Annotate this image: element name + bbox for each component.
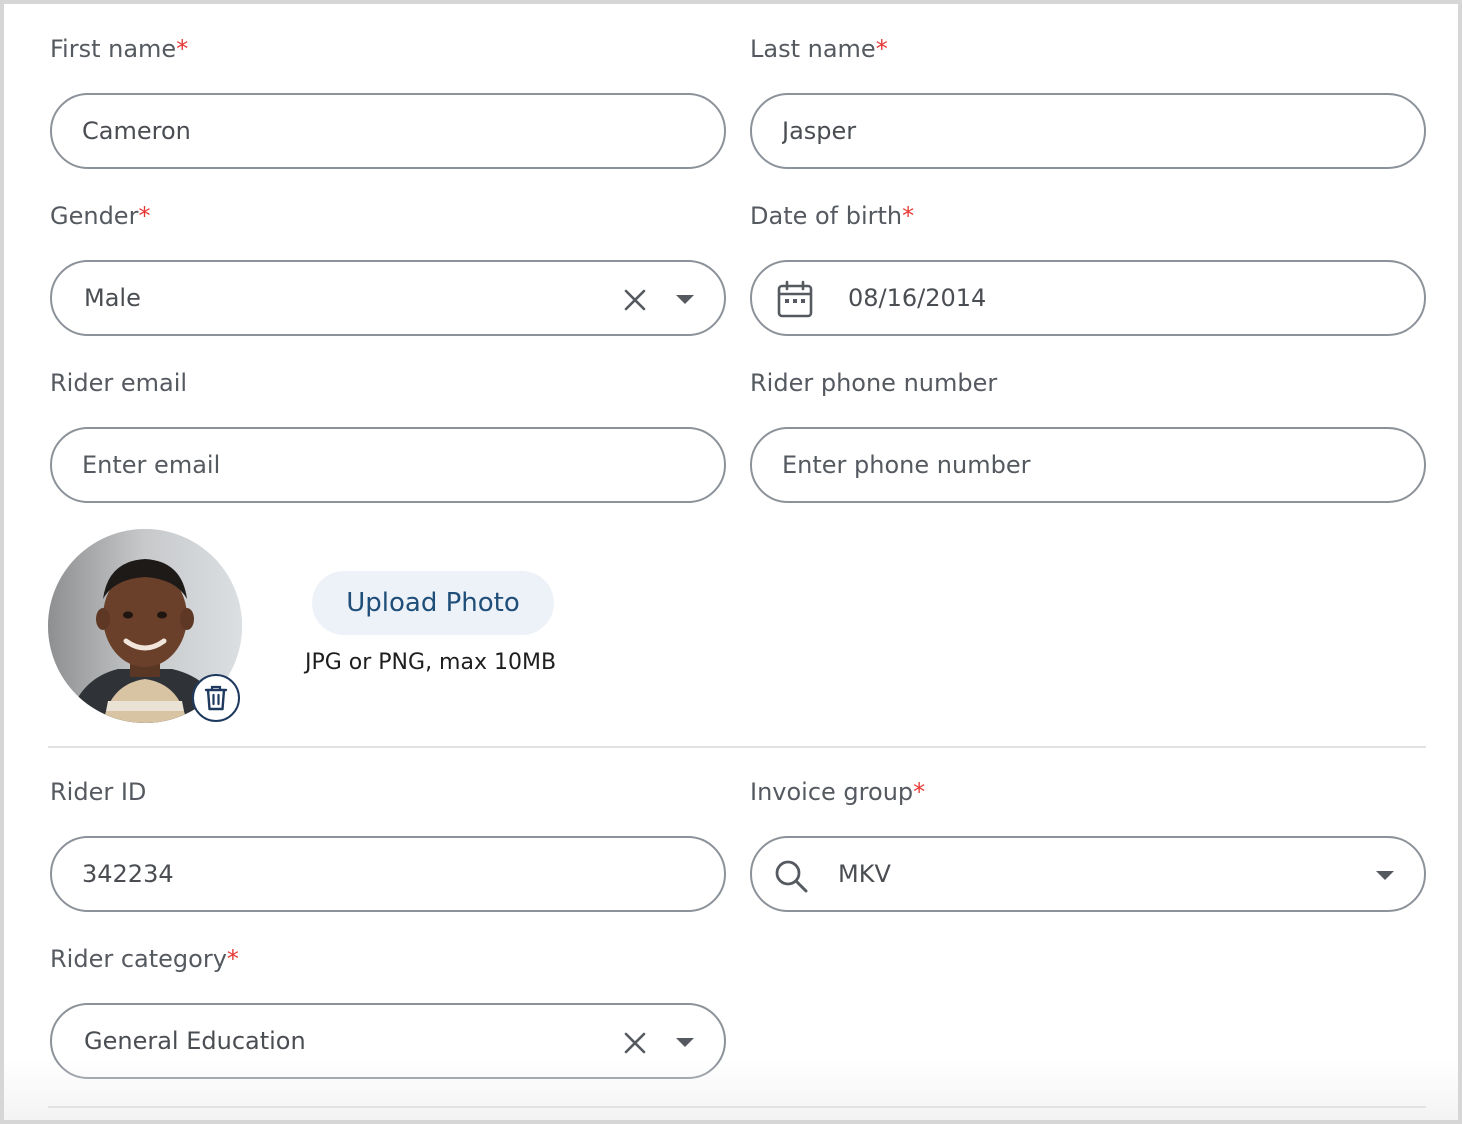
first-name-label: First name* [50,35,189,63]
last-name-input[interactable] [782,95,1394,167]
dropdown-arrow-icon[interactable] [1370,861,1400,891]
date-of-birth-field[interactable] [750,260,1426,336]
rider-phone-input[interactable] [782,429,1394,501]
clear-icon[interactable] [620,285,650,315]
rider-id-label: Rider ID [50,778,147,806]
last-name-field[interactable] [750,93,1426,169]
dropdown-arrow-icon[interactable] [670,1028,700,1058]
upload-photo-button[interactable]: Upload Photo [312,571,554,635]
dropdown-arrow-icon[interactable] [670,285,700,315]
rider-category-label: Rider category* [50,945,239,973]
rider-category-value: General Education [84,1027,306,1055]
date-of-birth-input[interactable] [848,262,1394,334]
rider-email-label: Rider email [50,369,188,397]
last-name-label: Last name* [750,35,888,63]
gender-label: Gender* [50,202,151,230]
calendar-icon[interactable] [776,280,814,318]
gender-value: Male [84,284,141,312]
rider-phone-label: Rider phone number [750,369,998,397]
invoice-group-select[interactable]: MKV [750,836,1426,912]
rider-category-select[interactable]: General Education [50,1003,726,1079]
bottom-divider [48,1106,1426,1108]
rider-id-input[interactable] [82,838,694,910]
upload-hint: JPG or PNG, max 10MB [305,650,557,675]
search-icon [772,857,810,895]
section-divider [48,746,1426,748]
first-name-field[interactable] [50,93,726,169]
gender-select[interactable]: Male [50,260,726,336]
first-name-input[interactable] [82,95,694,167]
rider-email-field[interactable] [50,427,726,503]
rider-email-input[interactable] [82,429,694,501]
date-of-birth-label: Date of birth* [750,202,915,230]
invoice-group-value: MKV [838,860,891,888]
rider-id-field[interactable] [50,836,726,912]
invoice-group-label: Invoice group* [750,778,926,806]
delete-photo-button[interactable] [192,674,240,722]
trash-icon [204,685,228,711]
rider-phone-field[interactable] [750,427,1426,503]
clear-icon[interactable] [620,1028,650,1058]
